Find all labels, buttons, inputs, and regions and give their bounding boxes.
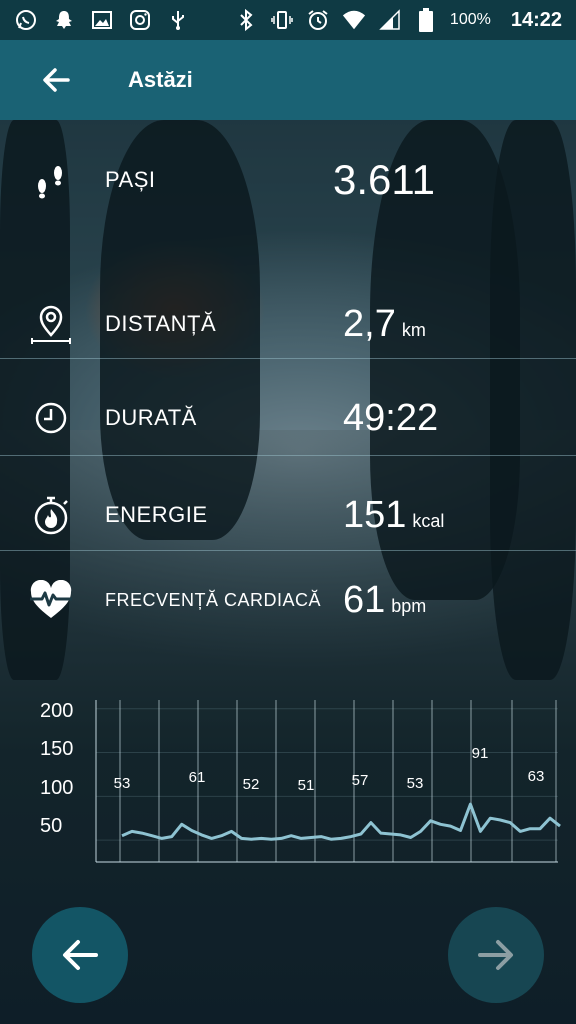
data-label: 52 [243, 776, 260, 793]
snapchat-icon [52, 8, 76, 32]
metric-value: 2,7 [343, 302, 396, 345]
metric-unit: bpm [391, 595, 427, 616]
data-label: 53 [407, 775, 424, 792]
divider [0, 550, 576, 551]
back-button[interactable] [26, 50, 86, 110]
metric-energy: ENERGIE 151 kcal [0, 485, 576, 545]
heartbeat-icon [26, 575, 76, 625]
divider [0, 358, 576, 359]
clock-icon [26, 393, 76, 443]
metric-value: 49:22 [343, 396, 439, 439]
metric-steps: PAȘI 3.611 [0, 150, 576, 210]
data-label: 57 [352, 772, 369, 789]
data-label: 51 [298, 777, 315, 794]
divider [0, 455, 576, 456]
alarm-icon [306, 8, 330, 32]
heart-rate-plot: 53 61 52 51 57 53 91 63 [95, 700, 561, 863]
clock: 14:22 [510, 8, 562, 31]
metric-value: 61 [343, 578, 386, 621]
metric-distance: DISTANȚĂ 2,7 km [0, 294, 576, 354]
page-title: Astăzi [128, 67, 193, 92]
usb-icon [166, 8, 190, 32]
vibrate-icon [270, 8, 294, 32]
status-bar: 100% 14:22 [0, 0, 576, 40]
metric-label: DISTANȚĂ [105, 311, 217, 336]
heart-rate-chart: 200 150 100 50 53 61 52 51 57 53 91 63 [0, 690, 576, 875]
metric-unit: km [401, 319, 426, 340]
cell-signal-icon [378, 8, 402, 32]
next-day-button[interactable] [448, 907, 544, 1003]
data-label: 61 [189, 769, 206, 786]
metric-heart-rate: FRECVENȚĂ CARDIACĂ 61 bpm [0, 570, 576, 630]
whatsapp-icon [14, 8, 38, 32]
previous-day-button[interactable] [32, 907, 128, 1003]
metric-label: FRECVENȚĂ CARDIACĂ [105, 589, 322, 610]
arrow-right-icon [478, 940, 513, 970]
metric-label: DURATĂ [105, 405, 197, 430]
metric-label: ENERGIE [105, 502, 208, 527]
data-label: 53 [114, 775, 131, 792]
instagram-icon [128, 8, 152, 32]
data-label: 91 [472, 745, 489, 762]
arrow-left-icon [43, 68, 70, 92]
battery-percent: 100% [449, 11, 491, 28]
arrow-left-icon [63, 940, 98, 970]
metric-unit: kcal [412, 510, 445, 531]
heart-rate-line [121, 802, 561, 841]
gallery-icon [90, 8, 114, 32]
battery-icon [414, 8, 438, 32]
wifi-icon [342, 8, 366, 32]
metric-duration: DURATĂ 49:22 [0, 388, 576, 448]
metric-value: 151 [343, 493, 407, 536]
metric-label: PAȘI [105, 167, 156, 192]
data-label: 63 [528, 768, 545, 785]
bluetooth-icon [234, 8, 258, 32]
location-pin-icon [26, 299, 76, 349]
flame-stopwatch-icon [26, 490, 76, 540]
metric-value: 3.611 [333, 156, 435, 203]
footsteps-icon [26, 155, 76, 205]
app-bar: Astăzi [0, 40, 576, 120]
